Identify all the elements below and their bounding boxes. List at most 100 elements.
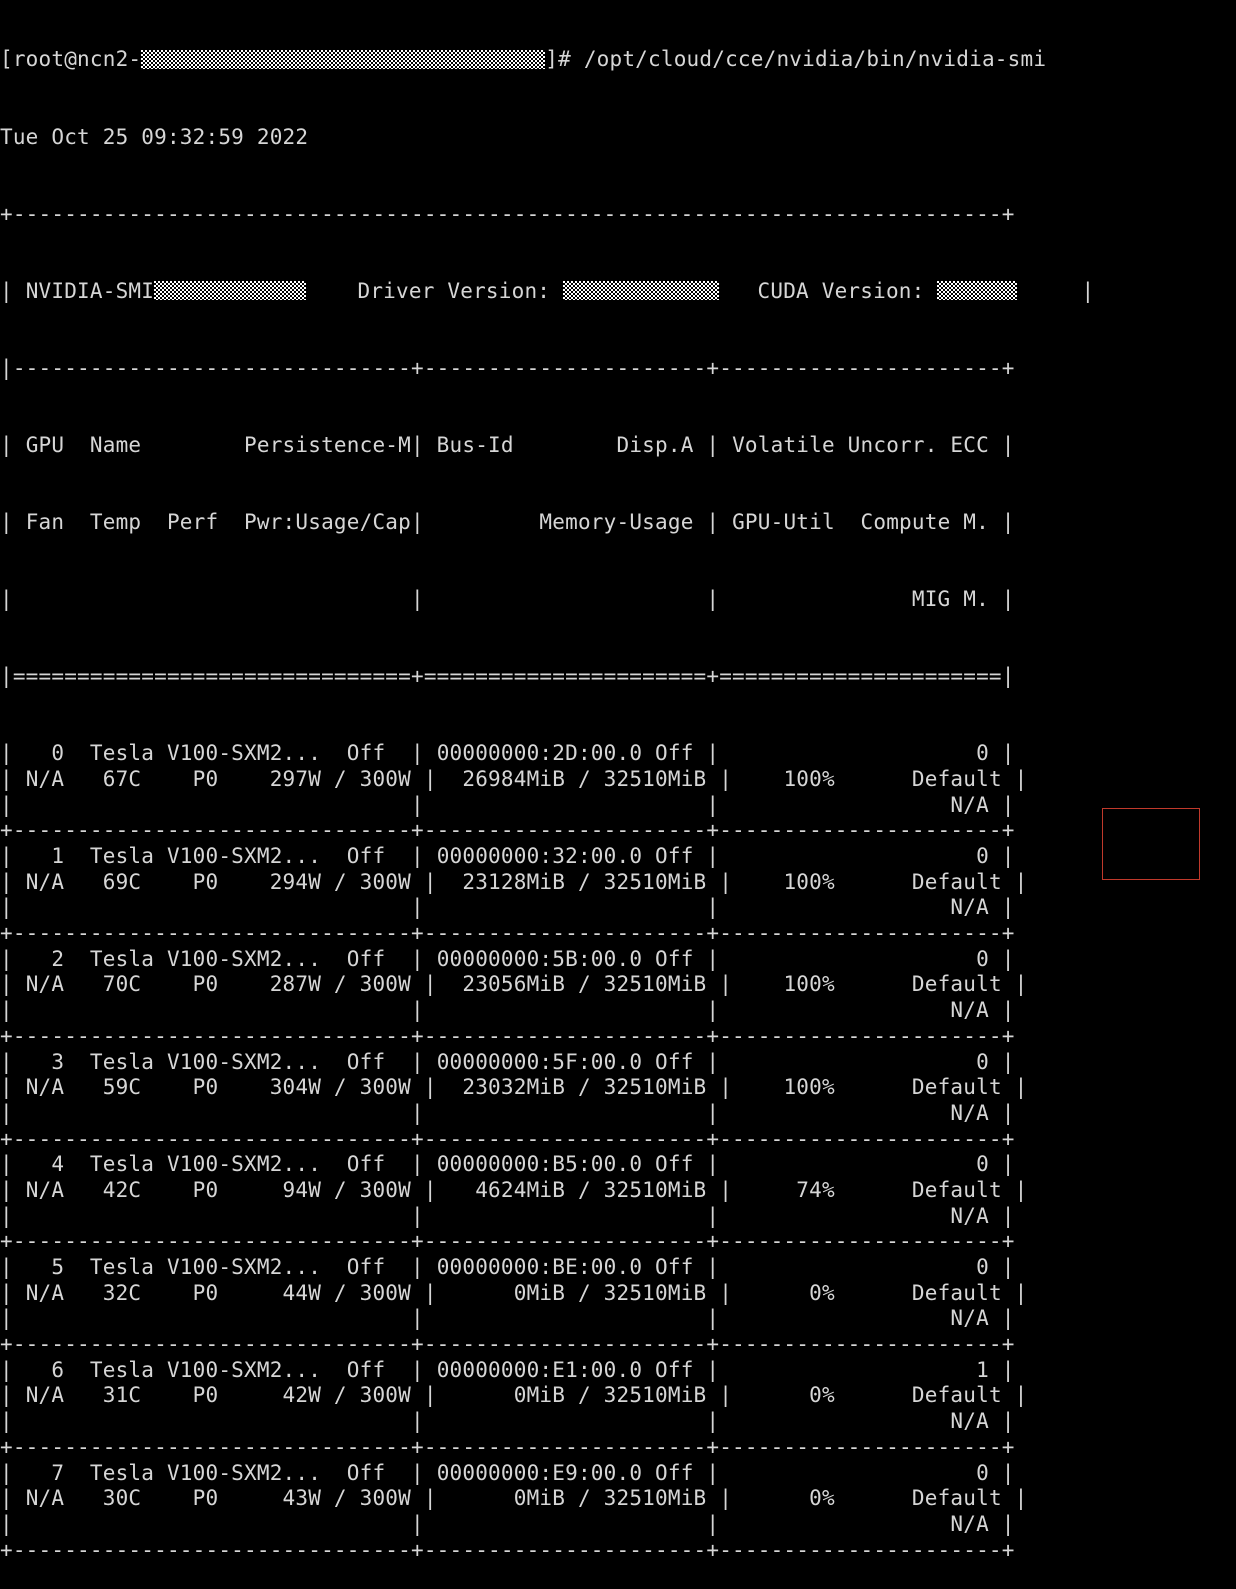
gpu-name: Tesla V100-SXM2... [89, 946, 322, 971]
memory-usage: 0MiB / 32510MiB [449, 1383, 707, 1408]
gpu-util: 0% [744, 1280, 835, 1305]
gpu-row: | 5 Tesla V100-SXM2... Off | 00000000:BE… [0, 1255, 1015, 1279]
gpu-row-mig: | | | N/A | [0, 792, 1015, 817]
col-header-memory-usage: Memory-Usage [539, 509, 694, 534]
memory-usage: 26984MiB / 32510MiB [449, 766, 707, 791]
bus-id: 00000000:5B:00.0 [436, 946, 643, 971]
compute-mode: Default [847, 1075, 1002, 1100]
memory-usage: 0MiB / 32510MiB [449, 1280, 707, 1305]
display-active: Off [655, 1357, 694, 1382]
compute-mode: Default [847, 766, 1002, 791]
display-active: Off [655, 1460, 694, 1485]
gpu-name: Tesla V100-SXM2... [89, 1460, 322, 1485]
gpu-row-mig: | | | N/A | [0, 1409, 1015, 1434]
gpu-util: 100% [744, 972, 835, 997]
gpu-row-stats: | N/A 30C P0 43W / 300W | 0MiB / 32510Mi… [0, 1486, 1028, 1511]
terminal-window[interactable]: [root@ncn2- ]# /opt/cloud/cce/nvidia/bin/… [0, 0, 1236, 1562]
col-header-util-compute: GPU-Util Compute M. [732, 509, 989, 534]
gpu-index: 4 [25, 1152, 65, 1177]
bus-id: 00000000:2D:00.0 [436, 741, 643, 766]
col-header-mig: MIG M. [911, 587, 989, 612]
col-header-bus-disp: Bus-Id Disp.A [436, 432, 694, 457]
bus-id: 00000000:E1:00.0 [436, 1357, 643, 1382]
gpu-util: 0% [744, 1383, 835, 1408]
power-usage: 297W / 300W [231, 766, 411, 791]
col-header-gpu-name-persistence: GPU Name Persistence-M [25, 432, 411, 457]
column-header-row-3: | | | MIG M. | [0, 587, 1015, 612]
fan-speed: N/A [25, 1177, 65, 1202]
gpu-name: Tesla V100-SXM2... [89, 1255, 322, 1279]
perf-state: P0 [192, 1383, 219, 1408]
temperature: 31C [102, 1383, 142, 1408]
gpu-row-stats: | N/A 70C P0 287W / 300W | 23056MiB / 32… [0, 972, 1028, 997]
gpu-row-mig: | | | N/A | [0, 1511, 1015, 1536]
prompt-user-host: [root@ncn2- [0, 47, 142, 72]
table-border: +-------------------------------+-------… [0, 818, 1015, 843]
column-header-row-1: | GPU Name Persistence-M| Bus-Id Disp.A … [0, 432, 1015, 457]
bus-id: 00000000:32:00.0 [436, 844, 643, 868]
ecc-errors: 0 [732, 1460, 989, 1485]
fan-speed: N/A [25, 1486, 65, 1511]
timestamp: Tue Oct 25 09:32:59 2022 [0, 124, 309, 149]
display-active: Off [655, 1255, 694, 1279]
mig-mode: N/A [732, 1511, 989, 1536]
col-header-volatile-ecc: Volatile Uncorr. ECC [732, 432, 989, 457]
fan-speed: N/A [25, 1383, 65, 1408]
mig-mode: N/A [732, 998, 989, 1023]
driver-version-label: Driver Version: [357, 278, 551, 303]
memory-usage: 0MiB / 32510MiB [449, 1486, 707, 1511]
perf-state: P0 [192, 1280, 219, 1305]
power-usage: 42W / 300W [231, 1383, 411, 1408]
persistence-mode: Off [346, 741, 386, 766]
persistence-mode: Off [346, 946, 386, 971]
command-text: /opt/cloud/cce/nvidia/bin/nvidia-smi [583, 47, 1047, 72]
persistence-mode: Off [346, 1357, 386, 1382]
gpu-index: 7 [25, 1460, 65, 1485]
power-usage: 43W / 300W [231, 1486, 411, 1511]
table-divider: |-------------------------------+-------… [0, 355, 1015, 380]
bus-id: 00000000:BE:00.0 [436, 1255, 643, 1279]
table-border: +-------------------------------+-------… [0, 921, 1015, 946]
bus-id: 00000000:B5:00.0 [436, 1152, 643, 1177]
display-active: Off [655, 844, 694, 868]
power-usage: 294W / 300W [231, 869, 411, 894]
memory-usage: 23032MiB / 32510MiB [449, 1075, 707, 1100]
ecc-errors: 0 [732, 1049, 989, 1074]
bus-id: 00000000:E9:00.0 [436, 1460, 643, 1485]
gpu-util: 100% [744, 766, 835, 791]
table-border: +-------------------------------+-------… [0, 1126, 1015, 1151]
ecc-errors: 0 [732, 946, 989, 971]
mig-mode: N/A [732, 1306, 989, 1331]
gpu-index: 3 [25, 1049, 65, 1074]
gpu-row: | 2 Tesla V100-SXM2... Off | 00000000:5B… [0, 946, 1015, 971]
perf-state: P0 [192, 869, 219, 894]
gpu-row-stats: | N/A 42C P0 94W / 300W | 4624MiB / 3251… [0, 1177, 1028, 1202]
column-header-row-2: | Fan Temp Perf Pwr:Usage/Cap| Memory-Us… [0, 509, 1015, 534]
gpu-name: Tesla V100-SXM2... [89, 1357, 322, 1382]
memory-usage: 23056MiB / 32510MiB [449, 972, 707, 997]
ecc-errors: 0 [732, 1255, 989, 1279]
table-border: +-------------------------------+-------… [0, 1023, 1015, 1048]
temperature: 32C [102, 1280, 142, 1305]
table-header-separator: |===============================+=======… [0, 664, 1015, 689]
command-prompt-line: [root@ncn2- ]# /opt/cloud/cce/nvidia/bin/… [0, 47, 1236, 73]
compute-mode: Default [847, 1486, 1002, 1511]
gpu-index: 6 [25, 1357, 65, 1382]
compute-mode: Default [847, 1280, 1002, 1305]
temperature: 69C [102, 869, 142, 894]
mig-mode: N/A [732, 1100, 989, 1125]
perf-state: P0 [192, 972, 219, 997]
temperature: 67C [102, 766, 142, 791]
gpu-row-mig: | | | N/A | [0, 1100, 1015, 1125]
fan-speed: N/A [25, 1075, 65, 1100]
prompt-symbol: ]# [545, 47, 584, 72]
gpu-name: Tesla V100-SXM2... [89, 844, 322, 868]
gpu-row-stats: | N/A 59C P0 304W / 300W | 23032MiB / 32… [0, 1075, 1028, 1100]
gpu-row-stats: | N/A 32C P0 44W / 300W | 0MiB / 32510Mi… [0, 1280, 1028, 1305]
perf-state: P0 [192, 1177, 219, 1202]
persistence-mode: Off [346, 844, 386, 868]
persistence-mode: Off [346, 1460, 386, 1485]
bus-id: 00000000:5F:00.0 [436, 1049, 643, 1074]
mig-mode: N/A [732, 1409, 989, 1434]
temperature: 70C [102, 972, 142, 997]
